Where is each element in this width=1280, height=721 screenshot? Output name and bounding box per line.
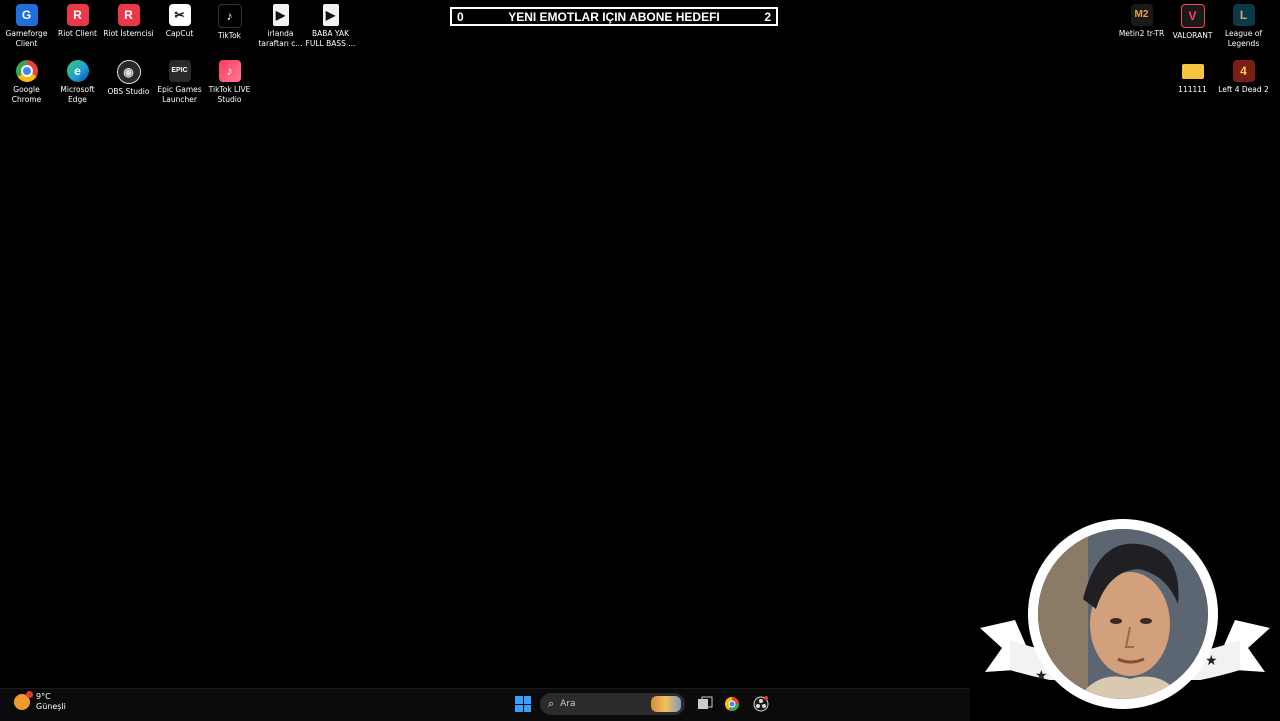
desktop-icon-label: Left 4 Dead 2 [1218, 85, 1269, 94]
tiktok-icon: ♪ [217, 4, 242, 28]
goal-title: YENI EMOTLAR IÇIN ABONE HEDEFI [508, 9, 720, 24]
weather-temperature: 9°C [36, 692, 51, 701]
desktop-icon-label: Gameforge Client [5, 29, 48, 48]
obs-icon: ◉ [116, 60, 141, 84]
weather-text: 9°C Güneşli [36, 692, 66, 712]
search-highlight-image [651, 696, 681, 712]
video-file-icon: ▶ [272, 4, 289, 26]
desktop-icon-label: TikTok [217, 31, 242, 40]
riot-istemcisi-icon: R [117, 4, 140, 26]
valorant-icon: V [1180, 4, 1205, 28]
task-view-icon[interactable] [697, 696, 713, 712]
desktop-icon-label: BABA YAK FULL BASS ... [305, 29, 356, 48]
desktop-icon-label: irlanda taraftarı c... [258, 29, 303, 48]
desktop-icon-label: 111111 [1178, 85, 1207, 94]
desktop-icon-baba-yak-video[interactable]: ▶ BABA YAK FULL BASS ... [305, 0, 356, 49]
desktop-icon-chrome[interactable]: Google Chrome [1, 56, 52, 105]
desktop-icon-label: TikTok LIVE Studio [208, 85, 251, 104]
chrome-taskbar-icon[interactable] [724, 696, 740, 712]
desktop-icon-metin2[interactable]: M2 Metin2 tr-TR [1116, 0, 1167, 39]
desktop-icon-riot-istemcisi[interactable]: R Riot İstemcisi [103, 0, 154, 39]
desktop-icon-obs[interactable]: ◉ OBS Studio [103, 56, 154, 97]
chrome-icon [15, 60, 38, 82]
folder-icon [1181, 64, 1204, 79]
desktop-icon-label: Metin2 tr-TR [1118, 29, 1165, 38]
desktop-icon-label: CapCut [165, 29, 194, 38]
obs-taskbar-icon[interactable] [753, 696, 769, 712]
desktop-icon-folder-111111[interactable]: 111111 [1167, 56, 1218, 95]
goal-current-count: 0 [457, 9, 464, 24]
desktop-icon-label: Riot Client [58, 29, 97, 38]
subscriber-goal-bar: 0 YENI EMOTLAR IÇIN ABONE HEDEFI 2 [450, 7, 778, 26]
gameforge-icon: G [15, 4, 38, 26]
desktop-icon-left4dead2[interactable]: 4 Left 4 Dead 2 [1218, 56, 1269, 95]
left4dead-icon: 4 [1232, 60, 1255, 82]
edge-icon: e [66, 60, 89, 82]
desktop-icon-label: Microsoft Edge [60, 85, 95, 104]
desktop-icon-gameforge[interactable]: G Gameforge Client [1, 0, 52, 49]
start-button[interactable] [515, 696, 531, 712]
search-placeholder: Ara [560, 699, 576, 709]
desktop-icon-riot-client[interactable]: R Riot Client [52, 0, 103, 39]
desktop-icon-league[interactable]: L League of Legends [1218, 0, 1269, 49]
desktop-icon-epic-games[interactable]: EPIC Epic Games Launcher [154, 56, 205, 105]
avatar-portrait [1038, 529, 1208, 699]
desktop-icon-label: Google Chrome [11, 85, 42, 104]
weather-condition: Güneşli [36, 702, 66, 711]
goal-target-count: 2 [764, 9, 771, 24]
streamer-avatar-overlay: ★ ★ [980, 515, 1270, 720]
sun-icon [14, 691, 33, 710]
avatar [1028, 519, 1218, 709]
desktop-icon-label: Riot İstemcisi [103, 29, 154, 38]
epic-games-icon: EPIC [168, 60, 191, 82]
riot-client-icon: R [66, 4, 89, 26]
desktop-icon-label: VALORANT [1172, 31, 1213, 40]
desktop-icon-irlanda-video[interactable]: ▶ irlanda taraftarı c... [255, 0, 306, 49]
search-icon: ⌕ [548, 697, 555, 710]
desktop-icon-valorant[interactable]: V VALORANT [1167, 0, 1218, 41]
metin2-icon: M2 [1130, 4, 1153, 26]
tiktok-live-icon: ♪ [218, 60, 241, 82]
desktop-icon-tiktok-live[interactable]: ♪ TikTok LIVE Studio [204, 56, 255, 105]
desktop-icon-tiktok[interactable]: ♪ TikTok [204, 0, 255, 41]
desktop-icon-label: OBS Studio [107, 87, 150, 96]
desktop-icon-capcut[interactable]: ✂ CapCut [154, 0, 205, 39]
league-icon: L [1232, 4, 1255, 26]
capcut-icon: ✂ [168, 4, 191, 26]
weather-widget[interactable]: 9°C Güneşli [14, 691, 66, 712]
taskbar-search[interactable]: ⌕ Ara [540, 693, 685, 715]
desktop-icon-edge[interactable]: e Microsoft Edge [52, 56, 103, 105]
video-file-icon: ▶ [322, 4, 339, 26]
desktop-icon-label: Epic Games Launcher [157, 85, 202, 104]
desktop-icon-label: League of Legends [1225, 29, 1262, 48]
taskbar: 9°C Güneşli ⌕ Ara [0, 688, 970, 721]
